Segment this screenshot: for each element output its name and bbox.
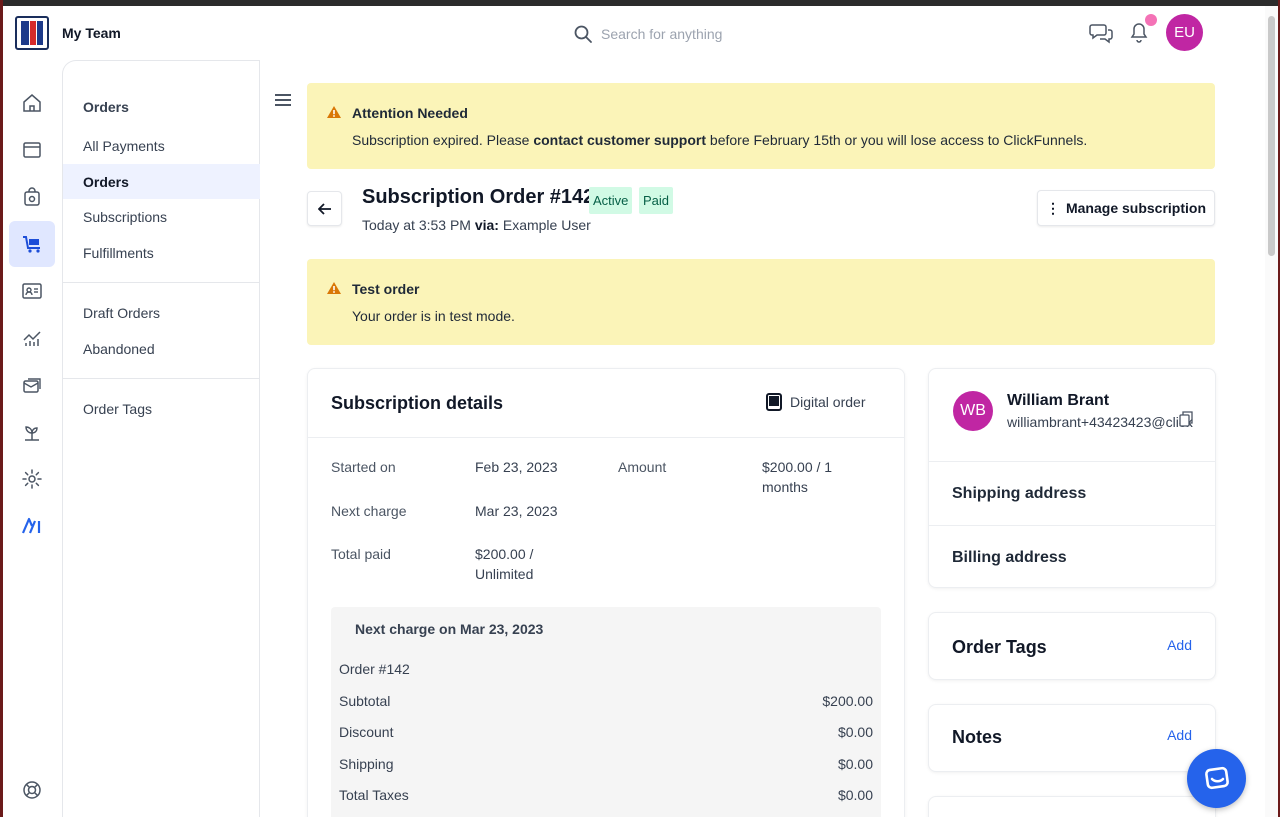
sidebar-item-fulfillments[interactable]: Fulfillments bbox=[63, 235, 260, 270]
menu-toggle-icon[interactable] bbox=[275, 94, 291, 108]
home-icon[interactable] bbox=[9, 80, 55, 126]
amount-label: Amount bbox=[618, 459, 667, 475]
manage-subscription-button[interactable]: ⋮ Manage subscription bbox=[1037, 190, 1215, 226]
customer-name[interactable]: William Brant bbox=[1007, 392, 1109, 410]
order-tags-title: Order Tags bbox=[952, 637, 1047, 657]
warning-icon bbox=[327, 282, 341, 294]
sidebar-divider bbox=[63, 378, 260, 379]
clickfunnels-logo-icon[interactable] bbox=[15, 16, 49, 50]
search-placeholder: Search for anything bbox=[601, 26, 723, 42]
add-order-tag-link[interactable]: Add bbox=[1167, 637, 1192, 653]
search-icon bbox=[574, 25, 592, 43]
tablet-icon bbox=[766, 393, 782, 411]
status-badge-active: Active bbox=[589, 187, 633, 214]
subscription-details-card: Subscription details Digital order Start… bbox=[307, 368, 905, 817]
total-paid-value: $200.00 /Unlimited bbox=[475, 546, 534, 582]
attention-title: Attention Needed bbox=[352, 105, 468, 121]
started-on-label: Started on bbox=[331, 459, 396, 475]
sidebar-heading: Orders bbox=[83, 99, 129, 115]
next-charge-summary: Next charge on Mar 23, 2023 Order #142 S… bbox=[331, 607, 881, 817]
test-order-banner: Test order Your order is in test mode. bbox=[307, 259, 1215, 345]
test-order-title: Test order bbox=[352, 281, 420, 297]
order-reference: Order #142 bbox=[339, 661, 410, 677]
started-on-value: Feb 23, 2023 bbox=[475, 459, 558, 475]
support-chat-button[interactable] bbox=[1187, 749, 1246, 808]
card-divider bbox=[308, 437, 904, 438]
orders-cart-icon[interactable] bbox=[9, 221, 55, 267]
notes-title: Notes bbox=[952, 727, 1003, 747]
amount-value: $200.00 / 1 months bbox=[762, 459, 833, 495]
sidebar-item-order-tags[interactable]: Order Tags bbox=[63, 391, 260, 426]
copy-icon[interactable] bbox=[1179, 411, 1193, 427]
add-note-link[interactable]: Add bbox=[1167, 727, 1192, 743]
sidebar-item-draft-orders[interactable]: Draft Orders bbox=[63, 295, 260, 330]
subscription-details-title: Subscription details bbox=[331, 393, 504, 413]
bell-icon[interactable] bbox=[1129, 22, 1149, 44]
chat-icon[interactable] bbox=[1089, 22, 1113, 44]
next-card-partial bbox=[928, 796, 1216, 817]
main-content: Attention Needed Subscription expired. P… bbox=[261, 60, 1265, 817]
team-name[interactable]: My Team bbox=[62, 25, 121, 41]
next-charge-label: Next charge bbox=[331, 503, 407, 519]
customer-email: williambrant+43423423@clickfunnels.com bbox=[1007, 414, 1193, 430]
ai-icon[interactable] bbox=[9, 503, 55, 549]
notification-dot bbox=[1145, 14, 1157, 26]
page-scrollbar[interactable] bbox=[1265, 6, 1278, 817]
funnel-page-icon[interactable] bbox=[9, 127, 55, 173]
notes-card: Notes Add bbox=[928, 704, 1216, 772]
summary-row-subtotal: Subtotal $200.00 bbox=[339, 693, 873, 709]
warning-icon bbox=[327, 106, 341, 118]
digital-order-label: Digital order bbox=[766, 393, 865, 411]
summary-row-discount: Discount $0.00 bbox=[339, 724, 873, 740]
contacts-icon[interactable] bbox=[9, 268, 55, 314]
total-paid-label: Total paid bbox=[331, 546, 391, 562]
attention-banner: Attention Needed Subscription expired. P… bbox=[307, 83, 1215, 169]
order-title: Subscription Order #142 bbox=[362, 186, 595, 208]
status-badge-paid: Paid bbox=[639, 187, 674, 214]
customer-avatar: WB bbox=[953, 391, 993, 431]
attention-text: Subscription expired. Please contact cus… bbox=[352, 132, 1088, 148]
next-charge-value: Mar 23, 2023 bbox=[475, 503, 558, 519]
order-meta: Today at 3:53 PM via: Example User bbox=[362, 217, 591, 233]
scrollbar-thumb[interactable] bbox=[1268, 16, 1275, 256]
sidebar-item-all-payments[interactable]: All Payments bbox=[63, 128, 260, 163]
summary-row-shipping: Shipping $0.00 bbox=[339, 756, 873, 772]
back-button[interactable] bbox=[307, 191, 342, 226]
search-bar[interactable]: Search for anything bbox=[573, 21, 873, 47]
help-lifebuoy-icon[interactable] bbox=[9, 767, 55, 813]
sidebar-divider bbox=[63, 282, 260, 283]
automation-icon[interactable] bbox=[9, 409, 55, 455]
sidebar-item-orders[interactable]: Orders bbox=[63, 164, 260, 199]
top-bar: My Team Search for anything EU bbox=[3, 6, 1265, 60]
store-icon[interactable] bbox=[9, 174, 55, 220]
inbox-icon[interactable] bbox=[9, 362, 55, 408]
chat-support-icon bbox=[1204, 766, 1229, 789]
analytics-icon[interactable] bbox=[9, 315, 55, 361]
billing-address-row[interactable]: Billing address bbox=[929, 525, 1215, 589]
contact-support-link[interactable]: contact customer support bbox=[533, 132, 706, 148]
order-tags-card: Order Tags Add bbox=[928, 612, 1216, 680]
arrow-left-icon bbox=[317, 202, 331, 215]
settings-icon[interactable] bbox=[9, 456, 55, 502]
test-order-text: Your order is in test mode. bbox=[352, 308, 515, 324]
more-vertical-icon: ⋮ bbox=[1045, 199, 1060, 216]
sidebar-item-abandoned[interactable]: Abandoned bbox=[63, 331, 260, 366]
icon-rail bbox=[3, 60, 61, 817]
user-avatar[interactable]: EU bbox=[1166, 14, 1203, 51]
shipping-address-row[interactable]: Shipping address bbox=[929, 461, 1215, 525]
orders-sidebar: Orders All Payments Orders Subscriptions… bbox=[62, 60, 260, 817]
sidebar-item-subscriptions[interactable]: Subscriptions bbox=[63, 199, 260, 234]
customer-card: WB William Brant williambrant+43423423@c… bbox=[928, 368, 1216, 588]
summary-row-taxes: Total Taxes $0.00 bbox=[339, 787, 873, 803]
next-charge-summary-title: Next charge on Mar 23, 2023 bbox=[355, 621, 544, 637]
